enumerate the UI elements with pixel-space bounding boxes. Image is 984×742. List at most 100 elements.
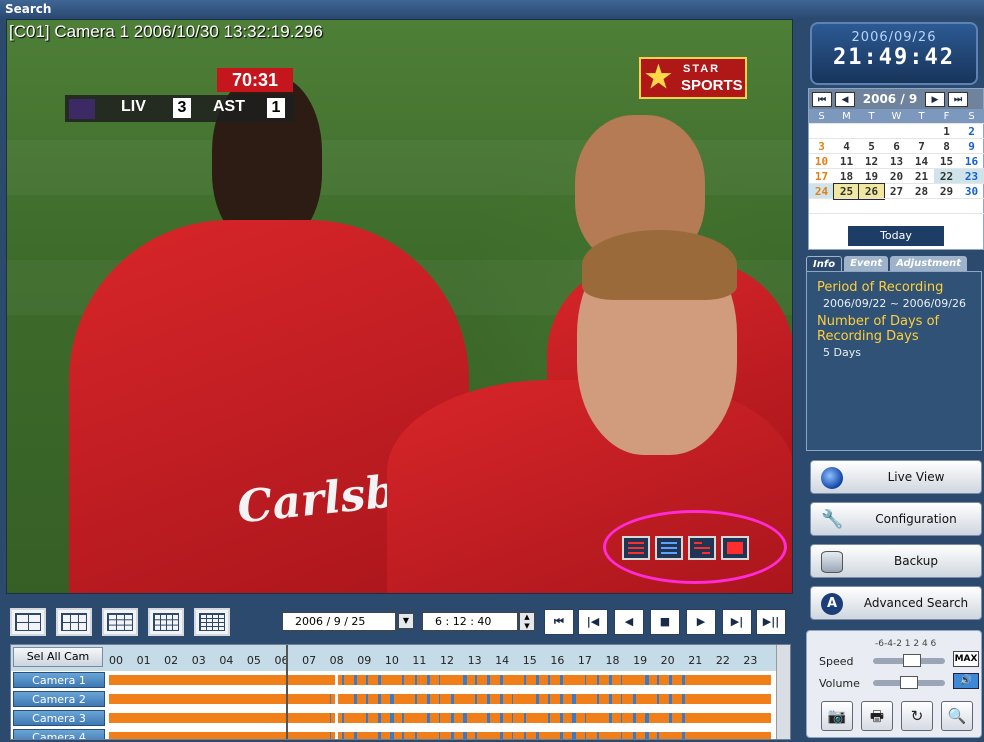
event-recording-segment (378, 694, 381, 704)
volume-slider-knob[interactable] (900, 676, 918, 689)
time-spinner[interactable]: ▲ ▼ (519, 612, 535, 631)
calendar-day[interactable]: 30 (959, 184, 984, 199)
refresh-button[interactable]: ↻ (901, 701, 933, 731)
event-recording-segment (499, 694, 504, 704)
advanced-search-button[interactable]: A Advanced Search (810, 586, 982, 620)
print-button[interactable]: 🖶 (861, 701, 893, 731)
event-recording-segment (572, 732, 576, 739)
camera-select-button[interactable]: Camera 2 (13, 691, 105, 707)
play-button[interactable]: ▶ (686, 609, 716, 635)
home-score: 3 (173, 98, 191, 118)
calendar-day[interactable]: 19 (859, 169, 884, 184)
layout-10-button[interactable] (148, 608, 184, 636)
calendar-day[interactable]: 28 (909, 184, 934, 199)
today-button[interactable]: Today (848, 226, 944, 246)
go-start-button[interactable]: ⏮ (544, 609, 574, 635)
split-mode-2-button[interactable] (655, 536, 683, 560)
camera-select-button[interactable]: Camera 1 (13, 672, 105, 688)
calendar-day[interactable]: 16 (959, 154, 984, 169)
timeline-scrollbar[interactable] (776, 645, 790, 739)
calendar-day[interactable]: 14 (909, 154, 934, 169)
recording-track[interactable] (109, 732, 771, 739)
calendar-day[interactable]: 13 (884, 154, 909, 169)
calendar-day[interactable]: 29 (934, 184, 959, 199)
calendar-day[interactable]: 18 (834, 169, 859, 184)
calendar-day[interactable]: 17 (809, 169, 834, 184)
continuous-recording-segment (109, 694, 336, 704)
camera-select-button[interactable]: Camera 3 (13, 710, 105, 726)
tab-adjustment[interactable]: Adjustment (890, 256, 968, 271)
calendar-day[interactable]: 11 (834, 154, 859, 169)
weekday-header: S (959, 109, 984, 124)
layout-9-button[interactable] (102, 608, 138, 636)
datetime-display: 2006/09/26 21:49:42 (810, 22, 978, 85)
video-view[interactable]: Carlsberg [C01] Camera 1 2006/10/30 13:3… (6, 19, 793, 594)
layout-16-button[interactable] (194, 608, 230, 636)
calendar-day[interactable]: 3 (809, 139, 834, 154)
info-tabs: Info Event Adjustment (806, 256, 982, 271)
event-recording-segment (329, 732, 332, 739)
split-mode-3-button[interactable] (688, 536, 716, 560)
continuous-recording-segment (109, 713, 336, 723)
channel-logo-line1: STAR (683, 63, 721, 75)
calendar-day[interactable]: 20 (884, 169, 909, 184)
timeline-hour-label: 01 (136, 654, 151, 667)
chevron-down-icon[interactable]: ▼ (398, 613, 414, 629)
split-mode-1-button[interactable] (622, 536, 650, 560)
configuration-button[interactable]: 🔧 Configuration (810, 502, 982, 536)
timeline-cursor[interactable] (286, 645, 288, 739)
recording-track[interactable] (109, 675, 771, 685)
calendar-day[interactable]: 8 (934, 139, 959, 154)
next-year-button[interactable]: ⏭ (948, 91, 968, 107)
layout-4-button[interactable] (10, 608, 46, 636)
zoom-button[interactable]: 🔍 (941, 701, 973, 731)
calendar-day[interactable]: 15 (934, 154, 959, 169)
camera-select-button[interactable]: Camera 4 (13, 729, 105, 739)
stop-button[interactable]: ■ (650, 609, 680, 635)
prev-month-button[interactable]: ◀ (835, 91, 855, 107)
search-time-field[interactable]: 6 : 12 : 40 (422, 612, 518, 631)
split-mode-4-button[interactable] (721, 536, 749, 560)
calendar-day[interactable]: 7 (909, 139, 934, 154)
next-frame-button[interactable]: ▶| (722, 609, 752, 635)
select-all-cameras-button[interactable]: Sel All Cam (13, 647, 103, 667)
calendar-day[interactable]: 6 (884, 139, 909, 154)
calendar-day[interactable]: 1 (934, 124, 959, 139)
calendar-day[interactable]: 25 (833, 183, 860, 200)
tab-info[interactable]: Info (806, 256, 843, 271)
recording-track[interactable] (109, 694, 771, 704)
calendar-day[interactable]: 5 (859, 139, 884, 154)
search-date-field[interactable]: 2006 / 9 / 25 (282, 612, 396, 631)
calendar-day[interactable]: 24 (809, 184, 834, 199)
go-end-button[interactable]: ▶|| (756, 609, 786, 635)
calendar-day[interactable]: 9 (959, 139, 984, 154)
calendar-day[interactable]: 27 (884, 184, 909, 199)
prev-year-button[interactable]: ⏮ (812, 91, 832, 107)
recording-track[interactable] (109, 713, 771, 723)
max-speed-button[interactable]: MAX (953, 651, 979, 667)
speaker-icon[interactable]: 🔊 (953, 673, 979, 689)
calendar-day[interactable]: 10 (809, 154, 834, 169)
calendar-day[interactable]: 2 (959, 124, 984, 139)
backup-button[interactable]: Backup (810, 544, 982, 578)
calendar-day[interactable]: 23 (959, 169, 984, 184)
calendar-day[interactable]: 26 (858, 183, 885, 200)
speed-slider-knob[interactable] (902, 654, 921, 667)
speed-slider[interactable] (873, 654, 945, 667)
calendar-day[interactable]: 22 (934, 169, 959, 184)
volume-slider[interactable] (873, 676, 945, 689)
tab-event[interactable]: Event (844, 256, 889, 271)
prev-frame-button[interactable]: |◀ (578, 609, 608, 635)
calendar-day[interactable]: 21 (909, 169, 934, 184)
timeline-hour-label: 09 (357, 654, 372, 667)
live-view-button[interactable]: Live View (810, 460, 982, 494)
printer-icon: 🖶 (869, 707, 885, 725)
reverse-play-button[interactable]: ◀ (614, 609, 644, 635)
event-recording-segment (572, 694, 576, 704)
layout-6-button[interactable] (56, 608, 92, 636)
next-month-button[interactable]: ▶ (925, 91, 945, 107)
snapshot-button[interactable]: 📷 (821, 701, 853, 731)
calendar-day[interactable]: 12 (859, 154, 884, 169)
calendar-day[interactable]: 4 (834, 139, 859, 154)
event-recording-segment (511, 713, 514, 723)
